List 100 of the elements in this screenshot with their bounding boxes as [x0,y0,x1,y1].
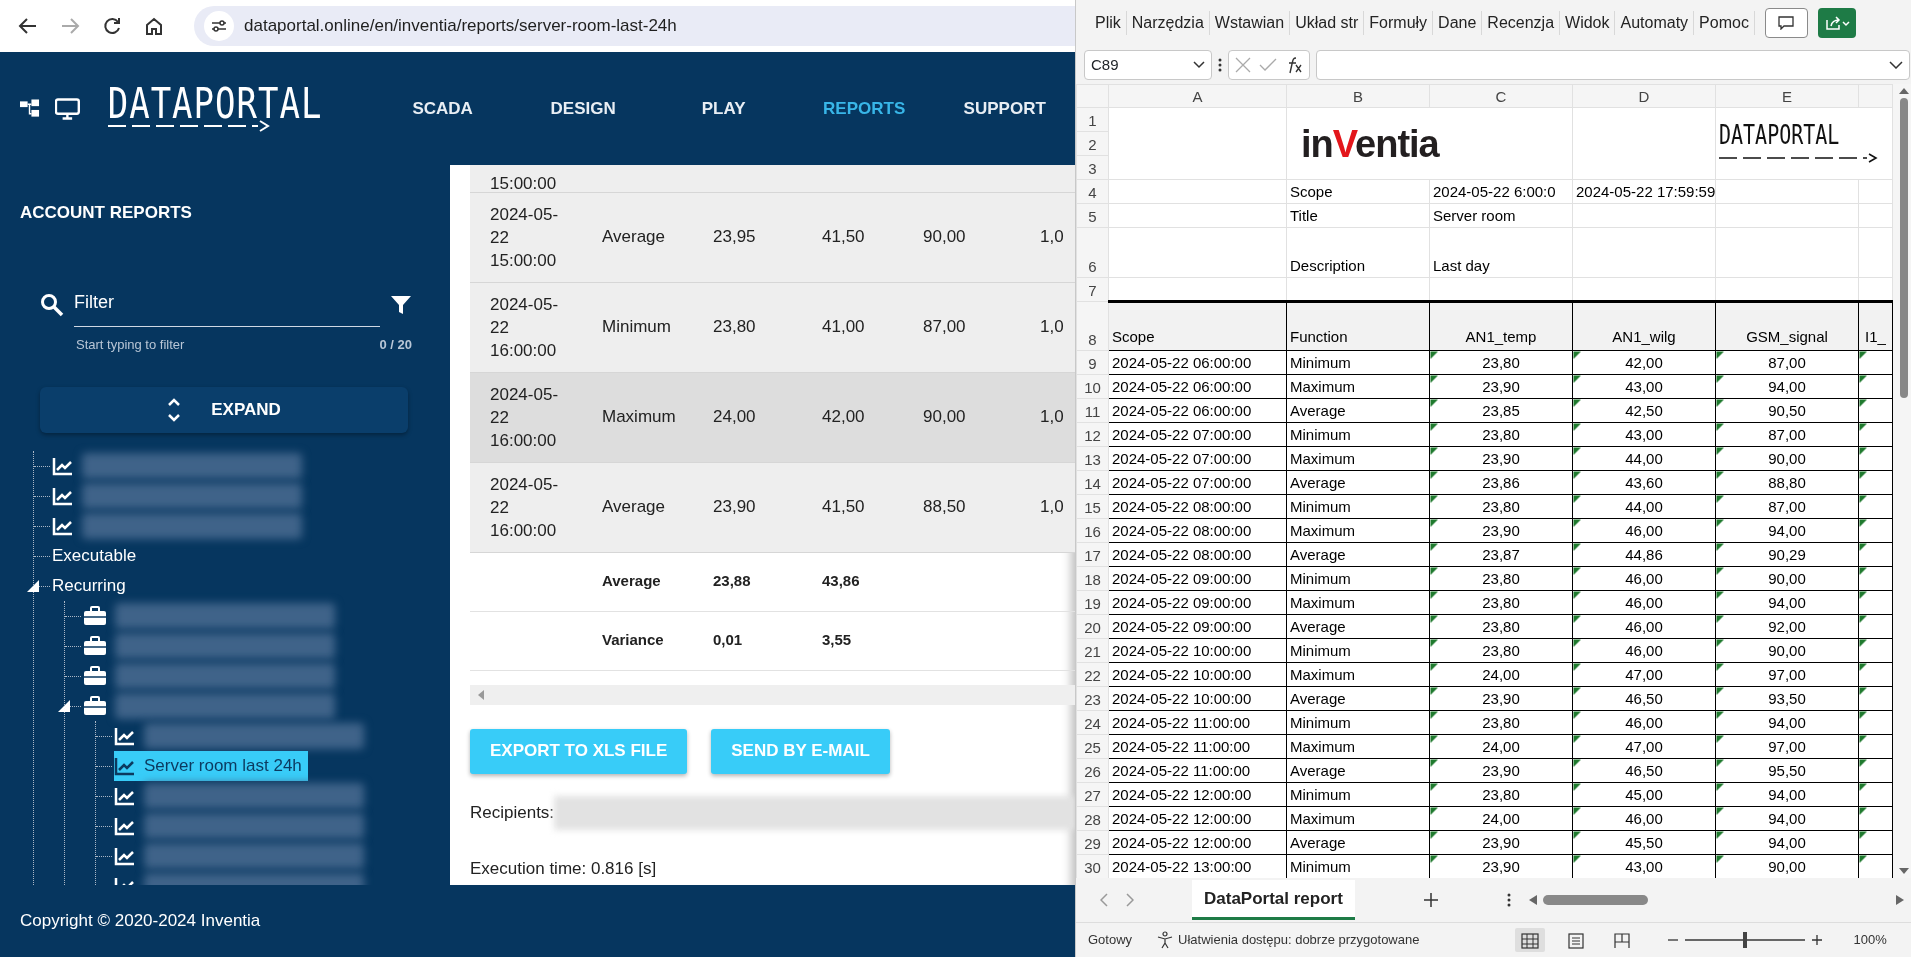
monitor-icon[interactable] [54,97,80,120]
ribbon-tab[interactable]: Formuły [1364,11,1434,35]
cell-reference: C89 [1091,54,1119,75]
column-header[interactable]: E [1715,84,1859,108]
nav-link[interactable]: DESIGN [512,94,654,123]
sheet-cell: 90,50 [1768,402,1806,419]
column-header[interactable]: A [1108,84,1287,108]
ribbon-tab[interactable]: Pomoc [1694,11,1755,35]
scrollbar-thumb[interactable] [1542,895,1648,905]
check-icon[interactable] [1259,58,1277,72]
scroll-down-icon[interactable] [1898,868,1909,874]
row-header[interactable]: 1 [1076,107,1109,132]
filter-field[interactable]: Filter [74,283,380,328]
ribbon-tab[interactable]: Plik [1090,11,1127,35]
sheet-cell: 90,00 [1768,642,1806,659]
page-layout-icon[interactable] [1567,932,1586,949]
column-header[interactable]: B [1286,84,1430,108]
scroll-left-icon[interactable] [1528,895,1537,905]
row-header[interactable]: 23 [1076,686,1109,711]
row-header[interactable]: 8 [1076,301,1109,351]
page-break-icon[interactable] [1613,932,1632,949]
row-header[interactable]: 30 [1076,854,1109,878]
sheet-cell: 2024-05-22 10:00:00 [1112,666,1252,683]
address-bar[interactable]: dataportal.online/en/inventia/reports/server-room-last-24h [194,6,1075,46]
nav-link[interactable]: SUPPORT [934,94,1075,123]
more-icon[interactable] [1506,892,1511,908]
accessibility-icon[interactable] [1156,931,1175,949]
row-header[interactable]: 15 [1076,494,1109,519]
row-header[interactable]: 7 [1076,277,1109,302]
ribbon-tab[interactable]: Recenzja [1482,11,1561,35]
sheet-cell: 23,80 [1482,594,1520,611]
nav-link[interactable]: REPORTS [793,94,935,123]
home-icon[interactable] [144,16,164,36]
row-header[interactable]: 11 [1076,398,1109,423]
sheet-cell: 46,00 [1625,642,1663,659]
ribbon-tab[interactable]: Automaty [1615,11,1695,35]
nav-link[interactable]: SCADA [372,94,513,123]
nav-link[interactable]: PLAY [653,94,794,123]
row-header[interactable]: 14 [1076,470,1109,495]
row-header[interactable]: 13 [1076,446,1109,471]
scrollbar-thumb[interactable] [1899,98,1908,398]
row-header[interactable]: 27 [1076,782,1109,807]
row-header[interactable]: 17 [1076,542,1109,567]
back-icon[interactable] [18,16,38,36]
name-box[interactable]: C89 [1084,50,1212,80]
horizontal-scrollbar[interactable] [470,684,1075,705]
column-header[interactable]: C [1429,84,1573,108]
slider-thumb[interactable] [1743,932,1748,948]
row-header[interactable]: 6 [1076,227,1109,278]
expanded-icon[interactable] [58,699,70,712]
formula-field[interactable] [1316,50,1910,80]
row-header[interactable]: 12 [1076,422,1109,447]
hierarchy-icon[interactable] [20,98,41,119]
scroll-up-icon[interactable] [1898,88,1909,94]
sheet-cell: 94,00 [1768,522,1806,539]
row-header[interactable]: 24 [1076,710,1109,735]
filter-icon[interactable] [390,294,412,317]
previous-sheet-icon[interactable] [1100,893,1108,907]
tree-item[interactable]: Executable [52,540,143,571]
ribbon-tab[interactable]: Wstawian [1209,11,1291,35]
next-sheet-icon[interactable] [1126,893,1134,907]
reload-icon[interactable] [102,16,122,36]
row-header[interactable]: 10 [1076,374,1109,399]
sheet-cell: Average [1290,402,1346,419]
row-header[interactable]: 18 [1076,566,1109,591]
row-header[interactable]: 5 [1076,203,1109,228]
accessibility-status[interactable]: Ułatwienia dostępu: dobrze przygotowane [1178,930,1420,950]
row-header[interactable]: 3 [1076,155,1109,180]
ribbon-tab[interactable]: Narzędzia [1126,11,1210,35]
row-header[interactable]: 2 [1076,131,1109,156]
column-heading: Function [1290,328,1348,345]
zoom-level[interactable]: 100% [1853,930,1887,950]
row-header[interactable]: 20 [1076,614,1109,639]
ribbon-tab[interactable]: Dane [1433,11,1483,35]
comments-button[interactable] [1764,8,1808,38]
ribbon-tab[interactable]: Widok [1560,11,1616,35]
row-header[interactable]: 4 [1076,179,1109,204]
row-header[interactable]: 29 [1076,830,1109,855]
ribbon-tab[interactable]: Układ str [1290,11,1365,35]
scroll-right-icon[interactable] [1896,895,1904,905]
add-sheet-icon[interactable] [1422,892,1439,908]
row-header[interactable]: 9 [1076,350,1109,375]
row-header[interactable]: 19 [1076,590,1109,615]
row-header[interactable]: 26 [1076,758,1109,783]
row-header[interactable]: 28 [1076,806,1109,831]
row-header[interactable]: 16 [1076,518,1109,543]
more-icon[interactable] [1218,57,1222,73]
expanded-icon[interactable] [27,579,39,592]
share-button[interactable] [1817,8,1856,38]
column-header[interactable]: D [1572,84,1716,108]
tree-item[interactable]: Server room last 24h [114,750,308,781]
tree-item[interactable]: Recurring [52,570,132,601]
zoom-in-icon[interactable] [1811,934,1824,946]
row-header[interactable]: 22 [1076,662,1109,687]
sheet-tab[interactable]: DataPortal report [1192,879,1355,921]
row-header[interactable]: 21 [1076,638,1109,663]
grid-view-icon[interactable] [1521,932,1540,949]
horizontal-scrollbar[interactable] [1528,895,1904,905]
row-header[interactable]: 25 [1076,734,1109,759]
expand-button[interactable]: EXPAND [40,386,408,433]
